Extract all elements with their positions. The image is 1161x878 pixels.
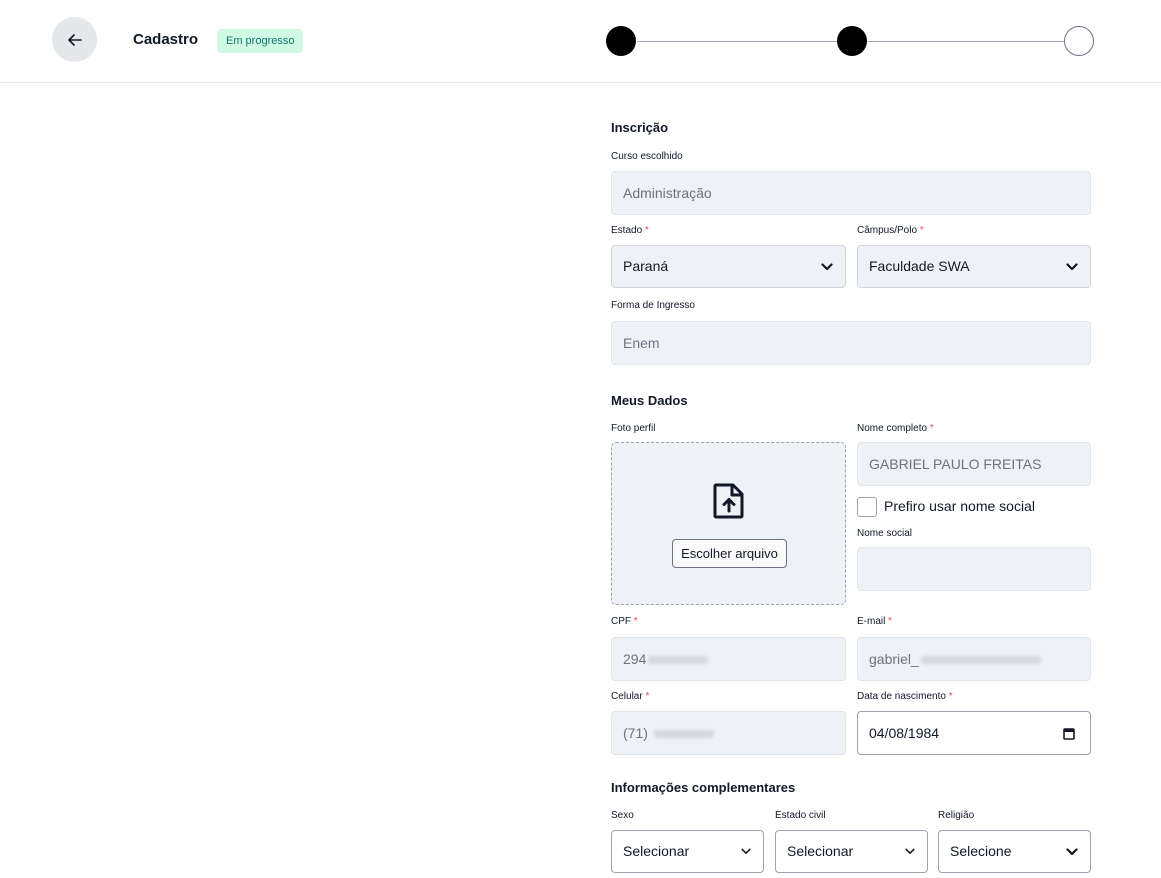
- cpf-value: 294: [623, 651, 647, 667]
- redacted-text: [920, 656, 1041, 665]
- religiao-select-value: Selecione: [950, 843, 1012, 859]
- step-connector: [637, 41, 837, 42]
- estado-civil-select-value: Selecionar: [787, 843, 854, 859]
- nome-social-checkbox[interactable]: [857, 497, 877, 517]
- section-title-complementares: Informações complementares: [611, 780, 796, 795]
- campus-select[interactable]: Faculdade SWA: [857, 245, 1091, 288]
- curso-field[interactable]: Administração: [611, 171, 1091, 215]
- chevron-down-icon: [905, 848, 915, 854]
- data-nascimento-value: 04/08/1984: [869, 725, 940, 741]
- page-title: Cadastro: [133, 31, 199, 48]
- step-connector: [868, 41, 1064, 42]
- redacted-text: [648, 656, 709, 665]
- step-1-indicator: [606, 26, 636, 56]
- arrow-left-icon: [67, 33, 82, 46]
- label-email: E-mail *: [857, 616, 893, 627]
- label-estado-civil: Estado civil: [775, 810, 826, 821]
- top-bar: Cadastro Em progresso: [0, 0, 1161, 83]
- label-curso: Curso escolhido: [611, 151, 683, 162]
- label-campus: Câmpus/Polo *: [857, 225, 924, 236]
- label-religiao: Religião: [938, 810, 975, 821]
- label-cpf: CPF *: [611, 616, 638, 627]
- choose-file-button[interactable]: Escolher arquivo: [672, 539, 787, 568]
- redacted-text: [653, 730, 714, 739]
- label-nome-social: Nome social: [857, 528, 913, 539]
- label-foto: Foto perfil: [611, 423, 656, 434]
- forma-ingresso-field[interactable]: Enem: [611, 321, 1091, 365]
- nome-completo-field[interactable]: GABRIEL PAULO FREITAS: [857, 442, 1091, 486]
- email-value: gabriel_: [869, 651, 919, 667]
- chevron-down-icon: [1066, 847, 1078, 855]
- file-upload-icon: [713, 483, 744, 519]
- photo-upload-dropzone[interactable]: Escolher arquivo: [611, 442, 846, 605]
- celular-value: (71): [623, 725, 648, 741]
- label-estado: Estado *: [611, 225, 649, 236]
- label-nome-completo: Nome completo *: [857, 423, 934, 434]
- chevron-down-icon: [741, 848, 751, 854]
- back-button[interactable]: [52, 17, 97, 62]
- sexo-select[interactable]: Selecionar: [611, 830, 764, 873]
- cpf-field[interactable]: 294: [611, 637, 846, 681]
- data-nascimento-input[interactable]: 04/08/1984: [857, 711, 1091, 755]
- calendar-icon[interactable]: [1063, 727, 1075, 740]
- step-2-indicator: [837, 26, 867, 56]
- estado-select[interactable]: Paraná: [611, 245, 846, 288]
- religiao-select[interactable]: Selecione: [938, 830, 1091, 873]
- step-3-indicator: [1064, 26, 1094, 56]
- label-forma-ingresso: Forma de Ingresso: [611, 300, 695, 311]
- estado-civil-select[interactable]: Selecionar: [775, 830, 928, 873]
- nome-social-checkbox-label[interactable]: Prefiro usar nome social: [884, 498, 1035, 514]
- section-title-inscricao: Inscrição: [611, 120, 669, 135]
- email-field[interactable]: gabriel_: [857, 637, 1091, 681]
- estado-select-value: Paraná: [623, 258, 669, 274]
- status-badge: Em progresso: [217, 29, 304, 53]
- nome-social-field[interactable]: [857, 547, 1091, 591]
- label-data-nascimento: Data de nascimento *: [857, 691, 953, 702]
- sexo-select-value: Selecionar: [623, 843, 690, 859]
- label-celular: Celular *: [611, 691, 650, 702]
- chevron-down-icon: [821, 262, 833, 270]
- celular-field[interactable]: (71): [611, 711, 846, 755]
- chevron-down-icon: [1066, 262, 1078, 270]
- section-title-meus-dados: Meus Dados: [611, 393, 688, 408]
- campus-select-value: Faculdade SWA: [869, 258, 970, 274]
- label-sexo: Sexo: [611, 810, 634, 821]
